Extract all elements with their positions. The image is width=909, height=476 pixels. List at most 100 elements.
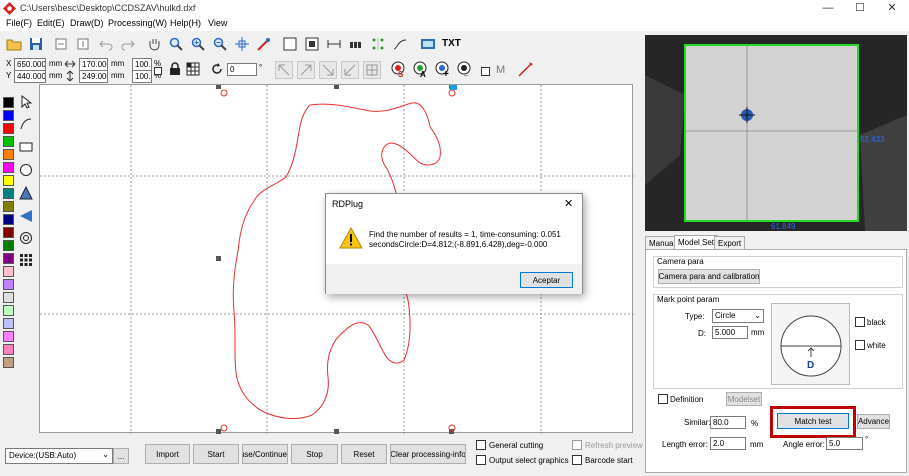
mirror-icon[interactable] — [19, 209, 33, 223]
rectangle-frame-icon[interactable] — [281, 35, 299, 53]
color-swatch[interactable] — [3, 110, 14, 121]
output-select-checkbox[interactable] — [476, 455, 486, 465]
save-icon[interactable] — [27, 35, 45, 53]
align-top-left-icon[interactable] — [275, 61, 293, 79]
color-swatch[interactable] — [3, 227, 14, 238]
menu-help[interactable]: Help(H) — [170, 18, 201, 28]
import-icon[interactable] — [52, 35, 70, 53]
align-bottom-left-icon[interactable] — [341, 61, 359, 79]
start-button[interactable]: Start — [193, 444, 239, 464]
barcode-start-checkbox[interactable] — [572, 455, 582, 465]
camera-view[interactable]: 62.433 61.849 — [645, 35, 907, 231]
node-edit-icon[interactable] — [255, 35, 273, 53]
dialog-ok-button[interactable]: Aceptar — [520, 272, 573, 288]
tab-export[interactable]: Export — [714, 236, 746, 250]
type-select[interactable]: Circle ⌄ — [712, 309, 764, 323]
camera-calibration-button[interactable]: Camera para and calibration — [658, 269, 760, 284]
pause-continue-button[interactable]: Pause/Continue — [242, 444, 288, 464]
spiral-icon[interactable] — [19, 231, 33, 245]
modelset-button[interactable]: Modelset — [726, 392, 762, 406]
similar-input[interactable]: 80.0 — [710, 416, 746, 429]
pattern-icon[interactable] — [347, 35, 365, 53]
draw-line-icon[interactable] — [19, 117, 33, 131]
rotate-angle-input[interactable]: 0 — [227, 63, 257, 76]
menu-processing[interactable]: Processing(W) — [108, 18, 167, 28]
match-test-button[interactable]: Match test — [777, 413, 849, 429]
draw-polygon-icon[interactable] — [19, 186, 33, 200]
dot-grid-icon[interactable] — [19, 253, 33, 267]
align-top-right-icon[interactable] — [297, 61, 315, 79]
draw-rectangle-icon[interactable] — [19, 140, 33, 154]
color-swatch[interactable] — [3, 292, 14, 303]
fit-view-icon[interactable] — [233, 35, 251, 53]
lock-icon[interactable] — [168, 62, 182, 76]
color-swatch[interactable] — [3, 266, 14, 277]
close-window-button[interactable]: ✕ — [877, 1, 907, 16]
align-center-icon[interactable] — [363, 61, 381, 79]
color-swatch[interactable] — [3, 175, 14, 186]
color-swatch[interactable] — [3, 123, 14, 134]
clear-processing-info-button[interactable]: Clear processing-info — [390, 444, 466, 464]
menu-draw[interactable]: Draw(D) — [70, 18, 104, 28]
marker-square-icon[interactable] — [481, 67, 490, 76]
pan-hand-icon[interactable] — [145, 35, 163, 53]
text-tool-button[interactable]: TXT — [442, 38, 461, 49]
zoom-out-icon[interactable] — [211, 35, 229, 53]
color-swatch[interactable] — [3, 136, 14, 147]
angle-error-input[interactable]: 5.0 — [826, 437, 863, 450]
minimize-button[interactable]: — — [813, 1, 843, 16]
color-swatch[interactable] — [3, 344, 14, 355]
open-file-icon[interactable] — [5, 35, 23, 53]
group-icon[interactable] — [303, 35, 321, 53]
general-cutting-checkbox[interactable] — [476, 440, 486, 450]
advance-button[interactable]: Advance — [857, 414, 890, 429]
import-button[interactable]: Import — [145, 444, 190, 464]
undo-icon[interactable] — [97, 35, 115, 53]
diameter-input[interactable]: 5.000 — [712, 326, 748, 339]
color-swatch[interactable] — [3, 188, 14, 199]
length-error-input[interactable]: 2.0 — [710, 437, 746, 450]
color-swatch[interactable] — [3, 162, 14, 173]
color-swatch[interactable] — [3, 253, 14, 264]
preview-icon[interactable] — [419, 35, 437, 53]
color-swatch[interactable] — [3, 305, 14, 316]
color-swatch[interactable] — [3, 201, 14, 212]
marker-m-button[interactable]: M — [496, 64, 505, 76]
menu-file[interactable]: File(F) — [6, 18, 32, 28]
color-swatch[interactable] — [3, 240, 14, 251]
device-more-button[interactable]: ... — [113, 448, 129, 464]
white-checkbox[interactable] — [855, 340, 865, 350]
height-percent-input[interactable]: 100.0 — [132, 70, 152, 83]
black-checkbox[interactable] — [855, 317, 865, 327]
zoom-in-icon[interactable] — [189, 35, 207, 53]
keep-ratio-checkbox[interactable] — [154, 67, 162, 75]
redo-icon[interactable] — [119, 35, 137, 53]
measure-icon[interactable] — [325, 35, 343, 53]
color-swatch[interactable] — [3, 279, 14, 290]
anchor-grid-icon[interactable] — [186, 62, 200, 76]
color-swatch[interactable] — [3, 318, 14, 329]
zoom-icon[interactable] — [167, 35, 185, 53]
menu-view[interactable]: View — [208, 18, 227, 28]
select-arrow-icon[interactable] — [19, 95, 33, 109]
maximize-button[interactable]: ☐ — [845, 1, 875, 16]
draw-ellipse-icon[interactable] — [19, 163, 33, 177]
array-icon[interactable] — [369, 35, 387, 53]
export-icon[interactable] — [74, 35, 92, 53]
color-swatch[interactable] — [3, 214, 14, 225]
color-swatch[interactable] — [3, 97, 14, 108]
align-bottom-right-icon[interactable] — [319, 61, 337, 79]
color-swatch[interactable] — [3, 357, 14, 368]
stop-button[interactable]: Stop — [291, 444, 338, 464]
laser-pointer-icon[interactable] — [517, 60, 535, 78]
curve-icon[interactable] — [391, 35, 409, 53]
y-position-input[interactable]: 440.000 — [14, 70, 46, 83]
color-swatch[interactable] — [3, 149, 14, 160]
device-select[interactable]: Device:(USB:Auto) ⌄ — [5, 448, 113, 464]
color-swatch[interactable] — [3, 331, 14, 342]
height-input[interactable]: 249.000 — [79, 70, 108, 83]
refresh-preview-checkbox[interactable] — [572, 440, 582, 450]
reset-button[interactable]: Reset — [341, 444, 387, 464]
tab-model-set[interactable]: Model Set — [674, 235, 719, 250]
menu-edit[interactable]: Edit(E) — [37, 18, 65, 28]
